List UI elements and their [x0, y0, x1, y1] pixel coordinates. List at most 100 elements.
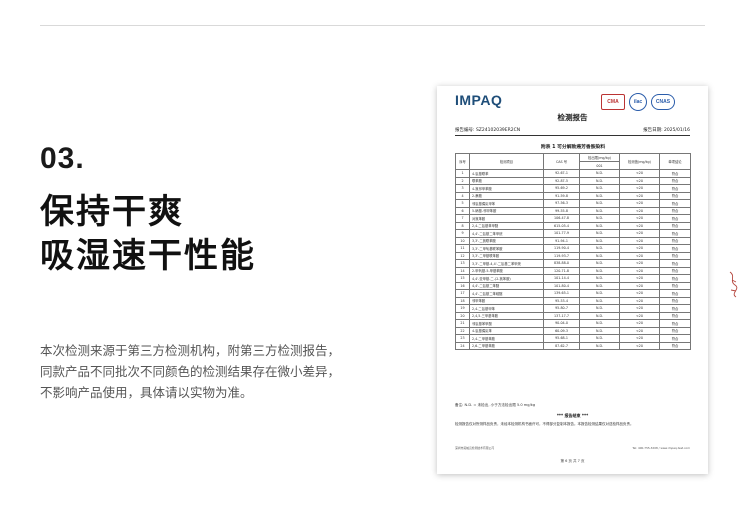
- table-cell: <20: [619, 169, 660, 178]
- table-cell: 邻氨基偶氮甲苯: [469, 199, 544, 208]
- table-cell: N.D.: [579, 289, 620, 298]
- table-cell: 838-88-0: [543, 259, 580, 268]
- table-row: 14 2-甲氧基-5-甲基苯胺 120-71-8 N.D. <20 符合: [455, 266, 691, 275]
- report-statement: 检测报告仅对所测样品负责，未经本检测机构书面许可，不得部分复制本报告。本报告检测…: [455, 422, 634, 426]
- table-cell: 符合: [659, 289, 691, 298]
- table-cell: 12: [455, 251, 470, 260]
- table-cell: 符合: [659, 259, 691, 268]
- table-cell: 91-59-8: [543, 191, 580, 200]
- table-cell: N.D.: [579, 311, 620, 320]
- table-cell: 3,3'-二甲基联苯胺: [469, 251, 544, 260]
- table-cell: 符合: [659, 191, 691, 200]
- table-cell: 2,4,5-三甲基苯胺: [469, 311, 544, 320]
- table-cell: N.D.: [579, 236, 620, 245]
- column-header: 检测项目: [469, 153, 544, 170]
- table-cell: N.D.: [579, 304, 620, 313]
- table-cell: N.D.: [579, 251, 620, 260]
- table-row: 4 2-萘胺 91-59-8 N.D. <20 符合: [455, 191, 691, 200]
- table-cell: <20: [619, 214, 660, 223]
- top-divider: [40, 25, 705, 26]
- table-cell: N.D.: [579, 259, 620, 268]
- table-cell: 2,6-二甲基苯胺: [469, 341, 544, 350]
- table-cell: 9: [455, 229, 470, 238]
- table-cell: 符合: [659, 326, 691, 335]
- table-cell: 17: [455, 289, 470, 298]
- table-row: 9 4,4'-二氨基二苯甲烷 101-77-9 N.D. <20 符合: [455, 229, 691, 238]
- table-cell: 符合: [659, 176, 691, 185]
- table-row: 10 3,3'-二氯联苯胺 91-94-1 N.D. <20 符合: [455, 236, 691, 245]
- table-cell: <20: [619, 281, 660, 290]
- report-title: 检测报告: [557, 113, 588, 122]
- section-number: 03.: [40, 142, 85, 175]
- table-cell: 符合: [659, 311, 691, 320]
- ilac-logo: ilac: [629, 93, 647, 111]
- table-cell: 3,3'-二甲基-4,4'-二氨基二苯甲烷: [469, 259, 544, 268]
- table-cell: 10: [455, 236, 470, 245]
- table-cell: N.D.: [579, 229, 620, 238]
- table-cell: <20: [619, 229, 660, 238]
- table-cell: 符合: [659, 221, 691, 230]
- table-cell: 符合: [659, 274, 691, 283]
- table-cell: N.D.: [579, 319, 620, 328]
- table-cell: 邻甲苯胺: [469, 296, 544, 305]
- table-cell: 3: [455, 184, 470, 193]
- brand-logo: IMPAQ: [455, 92, 503, 108]
- table-cell: <20: [619, 341, 660, 350]
- table-row: 24 2,6-二甲基苯胺 87-62-7 N.D. <20 符合: [455, 341, 691, 350]
- table-cell: 139-65-1: [543, 289, 580, 298]
- table-cell: 91-94-1: [543, 236, 580, 245]
- table-row: 3 4-氯邻甲苯胺 95-69-2 N.D. <20 符合: [455, 184, 691, 193]
- table-cell: 8: [455, 221, 470, 230]
- table-cell: 137-17-7: [543, 311, 580, 320]
- table-row: 21 邻氨基苯甲醚 90-04-0 N.D. <20 符合: [455, 319, 691, 328]
- table-cell: N.D.: [579, 274, 620, 283]
- table-cell: <20: [619, 236, 660, 245]
- table-cell: 2,4-二氨基甲苯: [469, 304, 544, 313]
- table-cell: 6: [455, 206, 470, 215]
- table-cell: 16: [455, 281, 470, 290]
- table-cell: N.D.: [579, 184, 620, 193]
- footer-left: 深圳市英帕克检测技术有限公司: [455, 446, 495, 450]
- table-cell: N.D.: [579, 199, 620, 208]
- table-row: 15 4,4'-亚甲基-二-(2-氯苯胺) 101-14-4 N.D. <20 符合: [455, 274, 691, 283]
- table-cell: N.D.: [579, 326, 620, 335]
- table-cell: 106-47-8: [543, 214, 580, 223]
- table-cell: 4,4'-二氨基二苯甲烷: [469, 229, 544, 238]
- table-cell: 95-53-4: [543, 296, 580, 305]
- table-cell: 联苯胺: [469, 176, 544, 185]
- table-cell: N.D.: [579, 341, 620, 350]
- cma-logo: CMA: [601, 94, 625, 110]
- table-cell: 119-90-4: [543, 244, 580, 253]
- table-cell: <20: [619, 289, 660, 298]
- results-table: 附表 1 可分解致癌芳香胺染料 序号 检测项目 CAS 号 检出限(mg/kg)…: [455, 141, 691, 350]
- table-cell: <20: [619, 199, 660, 208]
- table-cell: 11: [455, 244, 470, 253]
- table-cell: 符合: [659, 281, 691, 290]
- table-cell: N.D.: [579, 221, 620, 230]
- table-cell: <20: [619, 304, 660, 313]
- table-cell: 119-93-7: [543, 251, 580, 260]
- column-header: 检出限(mg/kg): [579, 153, 620, 162]
- table-cell: 14: [455, 266, 470, 275]
- table-row: 23 2,4-二甲基苯胺 95-68-1 N.D. <20 符合: [455, 334, 691, 343]
- description-line-1: 本次检测来源于第三方检测机构，附第三方检测报告，: [40, 343, 341, 358]
- column-header: 单项结论: [659, 153, 691, 170]
- table-cell: 60-09-3: [543, 326, 580, 335]
- table-cell: <20: [619, 191, 660, 200]
- table-cell: 92-87-5: [543, 176, 580, 185]
- table-cell: 7: [455, 214, 470, 223]
- table-cell: N.D.: [579, 334, 620, 343]
- table-cell: <20: [619, 251, 660, 260]
- table-cell: 符合: [659, 214, 691, 223]
- table-cell: 120-71-8: [543, 266, 580, 275]
- report-date: 报告日期: 2025/01/16: [643, 128, 690, 133]
- table-cell: 19: [455, 304, 470, 313]
- table-row: 6 5-硝基-邻甲苯胺 99-55-8 N.D. <20 符合: [455, 206, 691, 215]
- page-number: 第 6 页 共 7 页: [560, 459, 585, 463]
- table-cell: 符合: [659, 334, 691, 343]
- table-cell: N.D.: [579, 169, 620, 178]
- table-cell: 符合: [659, 229, 691, 238]
- description: 本次检测来源于第三方检测机构，附第三方检测报告， 同款产品不同批次不同颜色的检测…: [40, 340, 380, 403]
- header-rule: [455, 135, 690, 136]
- table-cell: 5: [455, 199, 470, 208]
